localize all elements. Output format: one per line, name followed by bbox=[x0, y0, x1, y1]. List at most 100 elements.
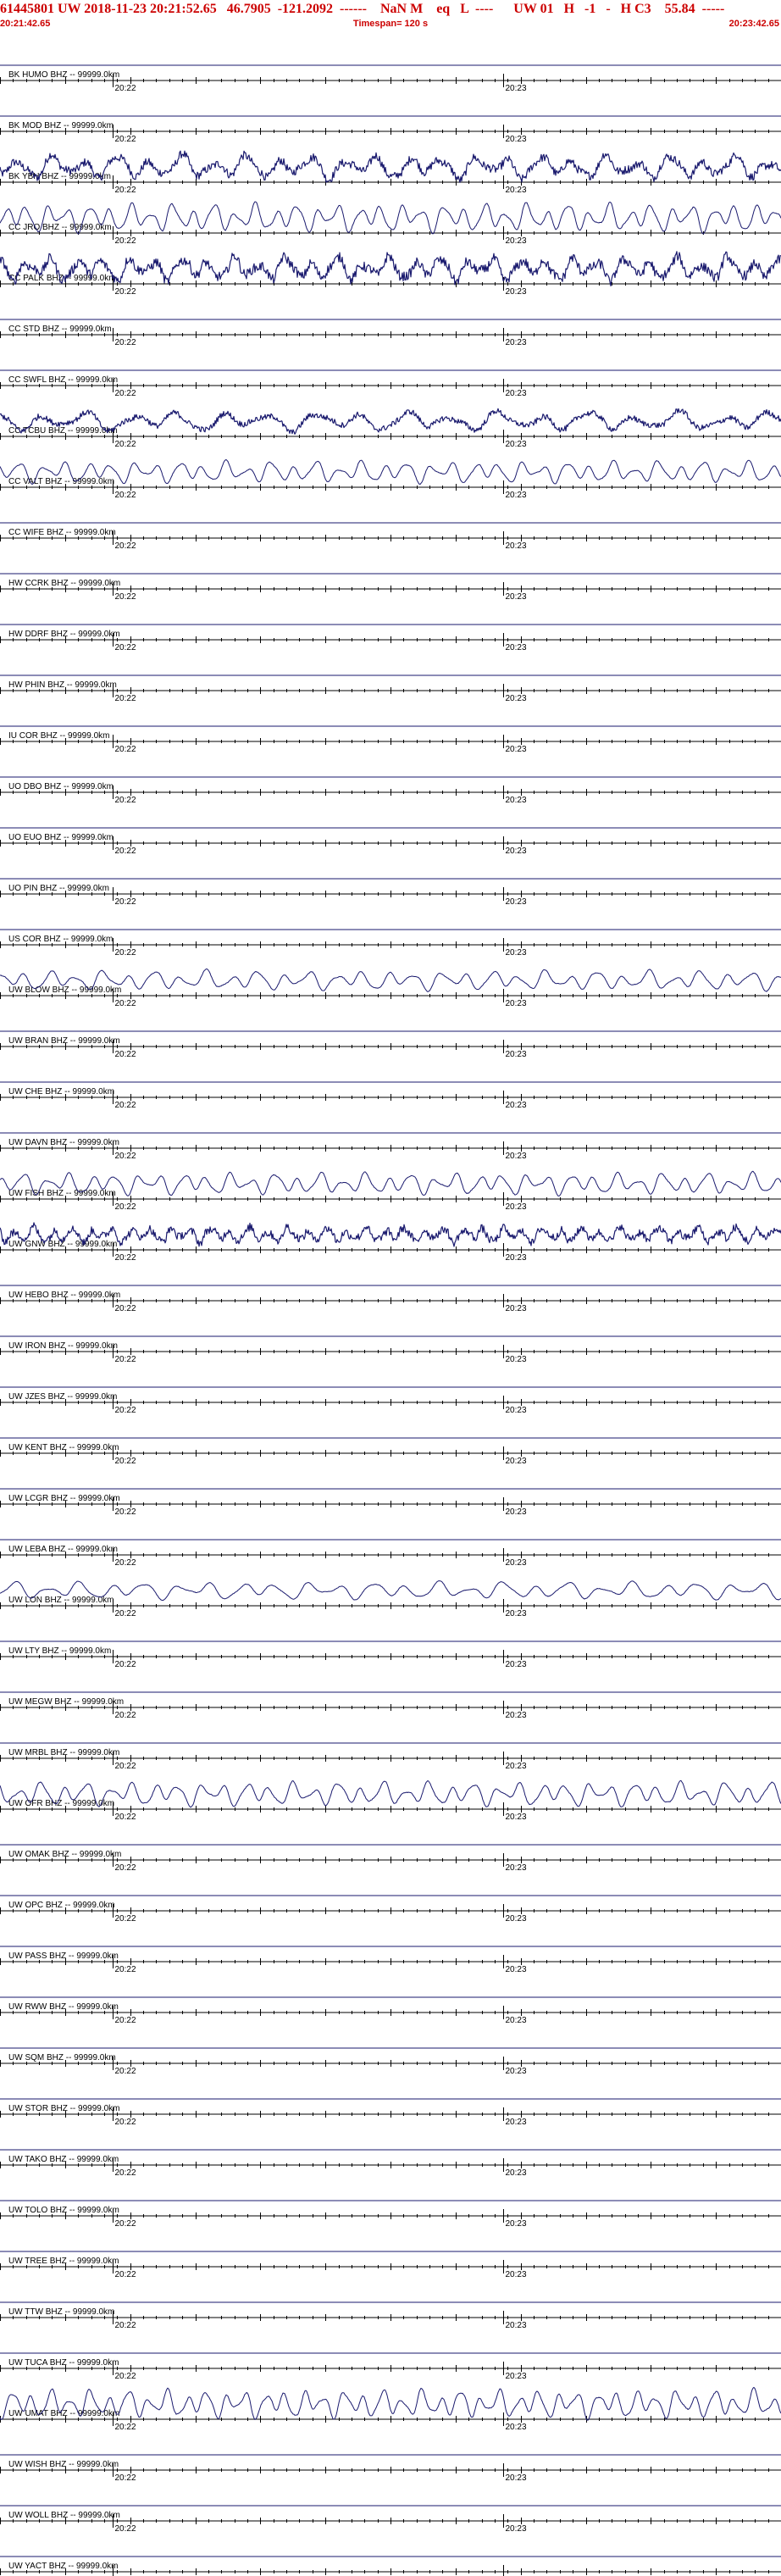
minute-tick-label: 20:22 bbox=[115, 2016, 136, 2025]
minute-tick-label: 20:22 bbox=[115, 541, 136, 551]
trace-row: 20:22 20:23 UW BLOW BHZ -- 99999.0km bbox=[0, 968, 781, 1008]
minute-tick-label: 20:23 bbox=[506, 135, 527, 144]
trace-row: 20:22 20:23 UW RWW BHZ -- 99999.0km bbox=[0, 1996, 781, 2025]
minute-tick-label: 20:22 bbox=[115, 897, 136, 907]
minute-tick-label: 20:22 bbox=[115, 1355, 136, 1364]
trace-label: UO PIN BHZ -- 99999.0km bbox=[8, 884, 109, 893]
trace-label: UW LTY BHZ -- 99999.0km bbox=[8, 1646, 111, 1656]
trace-row: 20:22 20:23CC PALK BHZ -- 99999.0km bbox=[0, 251, 781, 297]
minute-tick-label: 20:23 bbox=[506, 592, 527, 602]
minute-tick-label: 20:22 bbox=[115, 2423, 136, 2432]
minute-tick-label: 20:22 bbox=[115, 287, 136, 297]
trace-label: CC WIFE BHZ -- 99999.0km bbox=[8, 528, 116, 537]
trace-label: CC JRO BHZ -- 99999.0km bbox=[8, 223, 112, 232]
minute-tick-label: 20:22 bbox=[115, 491, 136, 500]
minute-tick-label: 20:22 bbox=[115, 1813, 136, 1822]
minute-tick-label: 20:23 bbox=[506, 1050, 527, 1059]
minute-tick-label: 20:23 bbox=[506, 2219, 527, 2229]
trace-row: 20:22 20:23 UW TAKO BHZ -- 99999.0km bbox=[0, 2149, 781, 2178]
waveform-trace bbox=[0, 201, 781, 235]
trace-label: UW LEBA BHZ -- 99999.0km bbox=[8, 1545, 118, 1554]
minute-tick-label: 20:23 bbox=[506, 2321, 527, 2330]
trace-row: 20:22 20:23 IU COR BHZ -- 99999.0km bbox=[0, 725, 781, 754]
trace-label: BK HUMO BHZ -- 99999.0km bbox=[8, 70, 119, 80]
minute-tick-label: 20:23 bbox=[506, 338, 527, 347]
trace-label: UW HEBO BHZ -- 99999.0km bbox=[8, 1291, 120, 1300]
minute-tick-label: 20:22 bbox=[115, 796, 136, 805]
minute-tick-label: 20:22 bbox=[115, 1711, 136, 1720]
minute-tick-label: 20:23 bbox=[506, 2423, 527, 2432]
end-time-label: 20:23:42.65 bbox=[728, 19, 779, 29]
trace-label: UW JZES BHZ -- 99999.0km bbox=[8, 1392, 117, 1402]
trace-row: 20:22 20:23 UW SQM BHZ -- 99999.0km bbox=[0, 2047, 781, 2076]
minute-tick-label: 20:22 bbox=[115, 1507, 136, 1517]
minute-tick-label: 20:23 bbox=[506, 2016, 527, 2025]
minute-tick-label: 20:23 bbox=[506, 2270, 527, 2279]
timespan-label: Timespan= 120 s bbox=[352, 19, 429, 29]
minute-tick-label: 20:22 bbox=[115, 2321, 136, 2330]
trace-row: 20:22 20:23 CC JRO BHZ -- 99999.0km bbox=[0, 201, 781, 246]
minute-tick-label: 20:23 bbox=[506, 1457, 527, 1466]
trace-row: 20:22 20:23 UW BRAN BHZ -- 99999.0km bbox=[0, 1030, 781, 1059]
waveform-trace bbox=[0, 150, 781, 183]
trace-row: 20:22 20:23 CC STD BHZ -- 99999.0km bbox=[0, 319, 781, 347]
minute-tick-label: 20:22 bbox=[115, 592, 136, 602]
minute-tick-label: 20:22 bbox=[115, 1050, 136, 1059]
trace-row: 20:22 20:23 UW JZES BHZ -- 99999.0km bbox=[0, 1386, 781, 1415]
minute-tick-label: 20:22 bbox=[115, 694, 136, 703]
trace-label: UW OMAK BHZ -- 99999.0km bbox=[8, 1850, 121, 1859]
trace-row: 20:22 20:23 UW STOR BHZ -- 99999.0km bbox=[0, 2098, 781, 2127]
minute-tick-label: 20:22 bbox=[115, 2524, 136, 2534]
trace-label: UW BRAN BHZ -- 99999.0km bbox=[8, 1036, 120, 1046]
trace-label: UW TREE BHZ -- 99999.0km bbox=[8, 2257, 119, 2266]
minute-tick-label: 20:23 bbox=[506, 847, 527, 856]
minute-tick-label: 20:23 bbox=[506, 1813, 527, 1822]
trace-row: 20:22 20:23 UW MRBL BHZ -- 99999.0km bbox=[0, 1742, 781, 1771]
minute-tick-label: 20:23 bbox=[506, 1609, 527, 1618]
trace-label: UW MRBL BHZ -- 99999.0km bbox=[8, 1748, 119, 1757]
minute-tick-label: 20:23 bbox=[506, 745, 527, 754]
trace-label: UW RWW BHZ -- 99999.0km bbox=[8, 2002, 119, 2012]
minute-tick-label: 20:23 bbox=[506, 1660, 527, 1669]
minute-tick-label: 20:23 bbox=[506, 84, 527, 93]
minute-tick-label: 20:23 bbox=[506, 1558, 527, 1568]
minute-tick-label: 20:22 bbox=[115, 2270, 136, 2279]
trace-row: 20:22 20:23 BK HUMO BHZ -- 99999.0km bbox=[0, 64, 781, 93]
minute-tick-label: 20:23 bbox=[506, 389, 527, 398]
trace-row: 20:22 20:23 UW LTY BHZ -- 99999.0km bbox=[0, 1641, 781, 1669]
minute-tick-label: 20:23 bbox=[506, 999, 527, 1008]
trace-row: 20:22 20:23 UW OMAK BHZ -- 99999.0km bbox=[0, 1844, 781, 1873]
minute-tick-label: 20:22 bbox=[115, 2372, 136, 2381]
trace-label: HW DDRF BHZ -- 99999.0km bbox=[8, 630, 120, 639]
trace-row: 20:22 20:23 UW DAVN BHZ -- 99999.0km bbox=[0, 1132, 781, 1161]
trace-label: UW KENT BHZ -- 99999.0km bbox=[8, 1443, 119, 1452]
minute-tick-label: 20:23 bbox=[506, 1406, 527, 1415]
minute-tick-label: 20:22 bbox=[115, 1660, 136, 1669]
trace-row: 20:22 20:23 UW IRON BHZ -- 99999.0km bbox=[0, 1335, 781, 1364]
minute-tick-label: 20:23 bbox=[506, 948, 527, 958]
minute-tick-label: 20:23 bbox=[506, 897, 527, 907]
trace-label: IU COR BHZ -- 99999.0km bbox=[8, 731, 109, 741]
trace-row: 20:22 20:23 US COR BHZ -- 99999.0km bbox=[0, 929, 781, 958]
minute-tick-label: 20:22 bbox=[115, 1457, 136, 1466]
minute-tick-label: 20:22 bbox=[115, 2067, 136, 2076]
minute-tick-label: 20:22 bbox=[115, 948, 136, 958]
minute-tick-label: 20:23 bbox=[506, 1914, 527, 1924]
trace-label: HW PHIN BHZ -- 99999.0km bbox=[8, 680, 117, 690]
trace-label: UW MEGW BHZ -- 99999.0km bbox=[8, 1697, 124, 1707]
minute-tick-label: 20:23 bbox=[506, 541, 527, 551]
trace-label: UW FISH BHZ -- 99999.0km bbox=[8, 1189, 116, 1198]
minute-tick-label: 20:22 bbox=[115, 135, 136, 144]
waveform-trace bbox=[0, 1580, 781, 1602]
minute-tick-label: 20:23 bbox=[506, 1355, 527, 1364]
minute-tick-label: 20:22 bbox=[115, 643, 136, 652]
trace-label: BK MOD BHZ -- 99999.0km bbox=[8, 121, 114, 130]
minute-tick-label: 20:23 bbox=[506, 2473, 527, 2483]
trace-label: HW CCRK BHZ -- 99999.0km bbox=[8, 579, 120, 588]
plot-header: 61445801 UW 2018-11-23 20:21:52.65 46.79… bbox=[0, 0, 781, 34]
minute-tick-label: 20:23 bbox=[506, 440, 527, 449]
trace-row: 20:22 20:23 UO EUO BHZ -- 99999.0km bbox=[0, 827, 781, 856]
trace-label: UW TOLO BHZ -- 99999.0km bbox=[8, 2206, 119, 2215]
minute-tick-label: 20:23 bbox=[506, 287, 527, 297]
minute-tick-label: 20:23 bbox=[506, 643, 527, 652]
